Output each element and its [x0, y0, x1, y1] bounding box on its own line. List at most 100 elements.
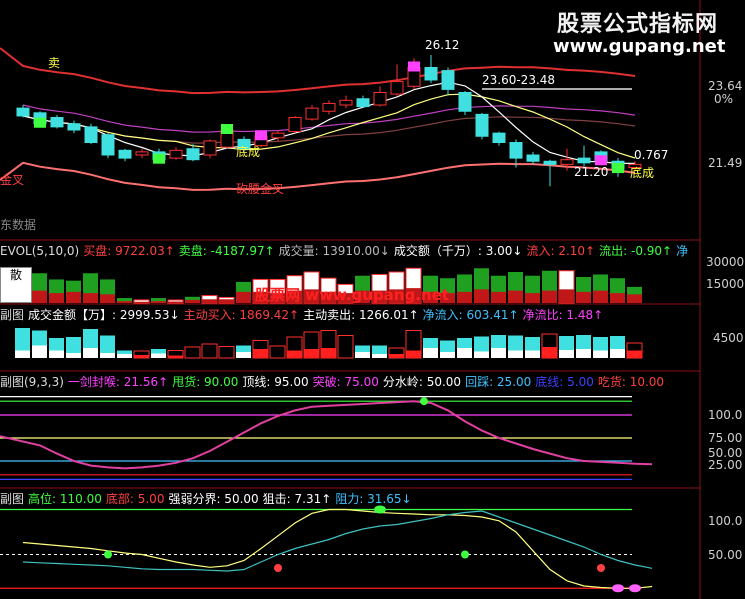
strength-header-item-3: 强弱分界: 50.00: [168, 492, 259, 506]
p2-ytick-2: 15000: [706, 277, 745, 291]
p5-cyan-line: [22, 510, 653, 572]
p1-ytick-3: 21.49: [708, 156, 743, 170]
lower-band: [0, 161, 636, 191]
evol-buy-36: [627, 294, 642, 303]
strength-header-item-1: 高位: 110.00: [28, 492, 102, 506]
kdj-header-item-1: 一剑封喉: 21.56↑: [67, 375, 169, 389]
amount-inflow-6: [117, 354, 132, 358]
evol-buy-29: [508, 290, 523, 303]
amount-inflow-18: [321, 348, 336, 358]
candle-body-11: [203, 140, 217, 156]
candle-body-3: [67, 123, 81, 131]
amount-panel-header: 副图 成交金额【万】: 2999.53↓ 主动买入: 1869.42↑ 主动卖出: 1…: [0, 308, 607, 322]
signal-marker-0: [34, 117, 46, 128]
amount-bar-12: [218, 346, 235, 359]
evol-buy-13: [236, 291, 251, 303]
evol-buy-2: [49, 293, 64, 303]
amount-inflow-25: [440, 352, 455, 358]
golden-cross-left-label: 金叉: [0, 173, 25, 187]
candle-body-28: [492, 132, 506, 143]
p5-signal-0: [104, 550, 112, 559]
kdj-header-item-0: 副图(9,3,3): [0, 375, 64, 389]
amount-inflow-3: [66, 353, 81, 358]
strength-header-item-5: 阻力: 31.65↓: [335, 492, 412, 506]
candle-body-7: [135, 151, 149, 156]
bottom-label-2: 底成: [630, 166, 655, 180]
evol-buy-27: [474, 289, 489, 303]
golden-cross-label: 砍腰金叉: [236, 182, 285, 196]
candle-body-30: [526, 154, 540, 162]
range-label: 23.60-23.48: [482, 73, 556, 87]
kdj-header-item-6: 回踩: 25.00: [465, 375, 532, 389]
evol-buy-11: [202, 299, 217, 303]
evol-buy-12: [219, 299, 234, 303]
candle-body-15: [271, 132, 285, 139]
candle-body-24: [424, 67, 438, 81]
candle-body-26: [458, 92, 472, 112]
evol-header-item-6: 流出: -0.90↑: [599, 244, 673, 258]
candle-body-22: [390, 81, 404, 95]
p5-bottom-marker-0: [612, 584, 624, 593]
evol-buy-5: [100, 294, 115, 303]
evol-buy-33: [576, 291, 591, 303]
kdj-header-item-4: 突破: 75.00: [312, 375, 379, 389]
amount-inflow-32: [559, 350, 574, 358]
site-watermark: 股票公式指标网 www.gupang.net: [545, 6, 741, 62]
kdj-header-item-7: 底线: 5.00: [535, 375, 594, 389]
watermark-url: www.gupang.net: [553, 36, 726, 57]
p5-ytick-1: 100.0: [708, 514, 743, 528]
amount-header-item-1: 成交金额【万】: 2999.53↓: [28, 308, 180, 322]
amount-inflow-8: [151, 353, 166, 358]
amount-header-item-3: 主动卖出: 1266.01↑: [303, 308, 419, 322]
p5-signal-1: [274, 564, 282, 572]
evol-header-item-0: EVOL(5,10,0): [0, 244, 80, 258]
overlay-watermark: 股票网 www.gupang.net: [255, 286, 449, 304]
sell-label: 卖: [48, 56, 61, 70]
amount-inflow-24: [423, 348, 438, 358]
amount-inflow-14: [253, 349, 268, 358]
candle-body-5: [101, 134, 115, 156]
candle-body-9: [169, 149, 183, 159]
amount-inflow-28: [491, 348, 506, 358]
amount-bar-10: [184, 346, 201, 359]
evol-buy-6: [117, 301, 132, 303]
signal-marker-6: [595, 155, 607, 166]
evol-buy-4: [83, 293, 98, 303]
p4-ytick-4: 25.00: [708, 458, 743, 472]
amount-header-item-2: 主动买入: 1869.42↑: [183, 308, 300, 322]
amount-inflow-31: [542, 347, 557, 358]
evol-header-item-5: 流入: 2.10↑: [526, 244, 596, 258]
amount-inflow-35: [610, 349, 625, 358]
amount-inflow-13: [236, 352, 251, 358]
amount-inflow-2: [49, 350, 64, 358]
amount-inflow-30: [525, 350, 540, 358]
strength-header-item-2: 底部: 5.00: [105, 492, 165, 506]
amount-header-item-4: 净流入: 603.41↑: [422, 308, 519, 322]
candle-body-18: [322, 102, 336, 112]
kdj-header-item-8: 吃货: 10.00: [597, 375, 665, 389]
signal-marker-2: [221, 124, 233, 134]
evol-buy-30: [525, 293, 540, 303]
p3-ytick-1: 4500: [713, 331, 744, 345]
evol-buy-1: [32, 290, 47, 303]
evol-buy-31: [542, 290, 557, 303]
amount-inflow-21: [372, 354, 387, 358]
candle-body-0: [16, 107, 30, 117]
evol-header-item-7: 净: [676, 244, 689, 258]
p1-ytick-1: 23.64: [708, 79, 743, 93]
p4-ytick-2: 75.00: [708, 431, 743, 445]
evol-buy-35: [610, 293, 625, 303]
candle-body-20: [356, 98, 370, 108]
strength-panel-header: 副图 高位: 110.00 底部: 5.00 强弱分界: 50.00 狙击: 7.31↑…: [0, 492, 416, 506]
amount-inflow-22: [389, 354, 404, 358]
evol-header-item-3: 成交量: 13910.00↓: [278, 244, 390, 258]
evol-buy-10: [185, 299, 200, 303]
amount-inflow-0: [15, 350, 30, 358]
bottom-label-1: 底成: [236, 145, 261, 159]
amount-inflow-5: [100, 353, 115, 358]
p5-signal-3: [597, 564, 605, 572]
candle-body-17: [305, 107, 319, 120]
low-price-label: 21.20: [574, 165, 609, 179]
evol-panel-header: EVOL(5,10,0) 买盘: 9722.03↑ 卖盘: -4187.97↑ 成交量…: [0, 244, 692, 258]
evol-header-item-2: 卖盘: -4187.97↑: [178, 244, 275, 258]
